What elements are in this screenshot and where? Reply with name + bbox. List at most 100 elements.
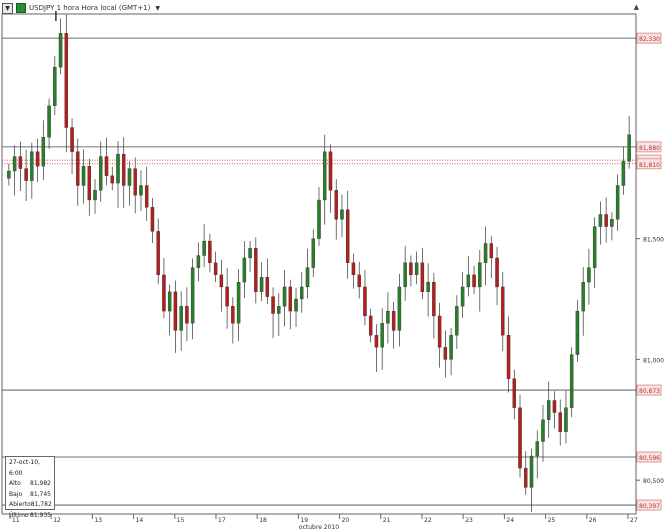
info-row-open: Abierto 81,782: [9, 501, 52, 508]
candle-body: [414, 262, 419, 276]
candle-body: [47, 105, 51, 138]
candle-body: [420, 262, 425, 292]
candle-body: [93, 190, 97, 201]
candle-body: [202, 240, 206, 256]
candle-body: [127, 168, 132, 186]
date-tick-label: 15: [177, 517, 185, 524]
date-tick-label: 12: [53, 517, 61, 524]
candle-body: [259, 277, 264, 292]
candle-body: [334, 190, 338, 220]
candle-body: [535, 441, 539, 457]
candle-body: [340, 209, 344, 220]
date-tick-label: 13: [94, 517, 102, 524]
candle-body: [615, 185, 620, 220]
candle-body: [598, 214, 603, 227]
candle-body: [156, 231, 160, 276]
candle-body: [460, 286, 465, 307]
date-tick-label: 24: [506, 517, 514, 524]
date-tick-label: 25: [548, 517, 556, 524]
price-tick-label: 81,500: [643, 237, 664, 244]
candle-body: [41, 137, 46, 167]
candle-body: [426, 281, 430, 292]
candle-body: [53, 66, 57, 106]
candle-body: [472, 274, 476, 288]
date-tick-label: 14: [136, 517, 144, 524]
date-tick-label: 21: [383, 517, 391, 524]
text-cursor-icon: I: [54, 10, 58, 25]
candle-body: [167, 291, 172, 312]
candle-body: [162, 274, 166, 312]
candle-body: [546, 400, 551, 420]
candle-body: [277, 306, 281, 314]
candle-body: [380, 323, 384, 348]
candle-body: [317, 199, 321, 239]
date-tick-label: 20: [342, 517, 350, 524]
candle-body: [575, 310, 580, 355]
candle-body: [587, 267, 591, 283]
date-tick-label: 23: [465, 517, 473, 524]
candle-body: [58, 33, 63, 68]
candle-body: [449, 335, 453, 360]
chart-window: ▼ USDJPY 1 hora Hora local (GMT+1) ▼ ▲ 8…: [0, 0, 667, 530]
level-label: 81,880: [639, 145, 660, 152]
candle-body: [558, 412, 562, 433]
candle-body: [305, 267, 310, 288]
candle-body: [35, 151, 40, 167]
candle-body: [282, 286, 287, 307]
candle-body: [248, 248, 252, 259]
candle-body: [351, 262, 356, 276]
candle-body: [552, 400, 557, 413]
candle-body: [64, 33, 69, 128]
candle-body: [518, 407, 522, 469]
candle-body: [569, 354, 574, 408]
candle-body: [627, 134, 631, 162]
candle-body: [70, 127, 74, 152]
candle-body: [363, 286, 367, 317]
candle-body: [368, 315, 373, 336]
candle-body: [495, 257, 499, 288]
candle-body: [345, 209, 350, 263]
candle-body: [512, 378, 516, 408]
date-tick-label: 27: [630, 517, 638, 524]
candle-body: [236, 281, 241, 324]
info-date: 27-oct-10, 6:00: [9, 459, 40, 477]
plot-frame: [1, 13, 637, 515]
candle-body: [489, 243, 494, 259]
candle-body: [24, 168, 28, 181]
candle-body: [150, 207, 155, 232]
candle-body: [7, 170, 11, 179]
info-row-high: Alto 81,982: [9, 480, 51, 487]
candle-body: [81, 166, 86, 186]
candle-body: [196, 255, 201, 268]
candle-body: [18, 156, 23, 169]
candle-body: [397, 286, 402, 331]
candle-body: [116, 153, 120, 184]
candle-body: [265, 277, 270, 297]
price-tick-label: 80,500: [643, 478, 664, 485]
candle-body: [30, 151, 34, 181]
candle-body: [300, 286, 304, 300]
candle-body: [76, 151, 80, 186]
candle-body: [466, 274, 471, 288]
candle-body: [294, 298, 298, 312]
candle-body: [409, 262, 413, 276]
candle-body: [219, 274, 224, 288]
price-tick-label: 81,000: [643, 357, 664, 364]
candle-body: [443, 347, 448, 360]
candle-body: [437, 315, 442, 348]
candle-body: [185, 306, 189, 324]
candle-body: [432, 281, 436, 317]
candle-body: [501, 286, 505, 336]
candle-body: [133, 168, 137, 196]
price-chart[interactable]: 82,33081,88080,87380,59680,39781,82581,8…: [0, 0, 667, 530]
date-tick-label: 22: [424, 517, 432, 524]
info-row-low: Bajo 81,745: [9, 490, 51, 498]
candle-body: [104, 156, 109, 176]
candle-body: [271, 296, 275, 314]
candle-body: [173, 291, 178, 331]
candle-body: [564, 407, 568, 433]
candle-body: [190, 267, 195, 324]
candle-body: [225, 286, 229, 307]
candle-body: [110, 175, 114, 184]
candle-body: [581, 281, 585, 312]
